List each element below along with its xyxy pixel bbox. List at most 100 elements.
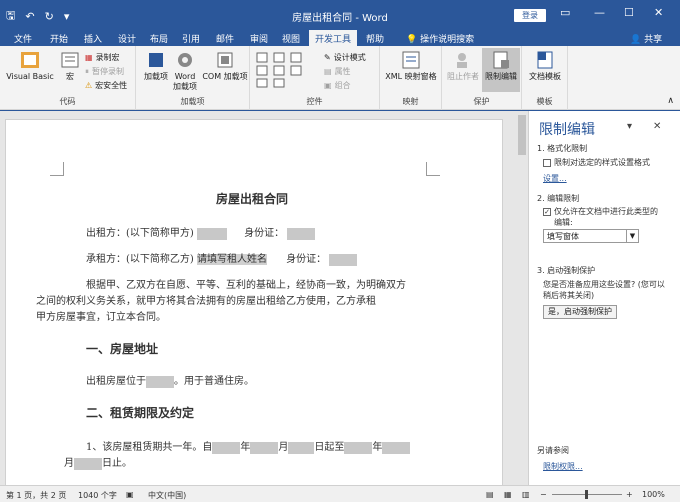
- form-field[interactable]: [250, 441, 279, 454]
- form-field[interactable]: [197, 227, 227, 240]
- close-icon[interactable]: ✕: [654, 6, 663, 19]
- name-form-field[interactable]: 请填写租人姓名: [197, 254, 267, 265]
- editing-checkbox[interactable]: ✓ 仅允许在文档中进行此类型的: [543, 206, 658, 217]
- start-enforcing-button[interactable]: 是，启动强制保护: [543, 305, 617, 319]
- tab-review[interactable]: 审阅: [244, 31, 274, 46]
- editing-type-select[interactable]: 填写窗体 ▼: [543, 229, 639, 243]
- form-field[interactable]: [146, 375, 174, 388]
- macro-icon: [61, 52, 79, 68]
- group-mapping: XML 映射窗格 映射: [380, 46, 442, 110]
- see-also-heading: 另请参阅: [537, 446, 569, 455]
- addins-button[interactable]: 加载项: [142, 50, 170, 82]
- form-field[interactable]: [382, 441, 411, 454]
- warning-icon: ⚠: [85, 81, 93, 90]
- title-bar: 🖫 ↶ ↻ ▾ 房屋出租合同 - Word 登录 ▭ — ☐ ✕: [0, 0, 680, 30]
- tab-home[interactable]: 开始: [44, 31, 74, 46]
- ribbon-display-icon[interactable]: ▭: [560, 6, 570, 19]
- macros-button[interactable]: 宏: [58, 50, 82, 82]
- print-layout-icon[interactable]: ▦: [504, 490, 512, 499]
- proofing-icon[interactable]: ▣: [126, 490, 134, 499]
- address-line: 出租房屋位于 。用于普通住房。: [86, 375, 254, 388]
- login-button[interactable]: 登录: [514, 9, 546, 22]
- page-count[interactable]: 第 1 页，共 2 页: [6, 490, 66, 501]
- design-mode-button[interactable]: ✎ 设计模式: [324, 52, 366, 63]
- tab-file[interactable]: 文件: [8, 31, 38, 46]
- tab-references[interactable]: 引用: [176, 31, 206, 46]
- block-authors-button[interactable]: 阻止作者: [444, 50, 482, 82]
- form-field[interactable]: [344, 441, 373, 454]
- pause-recording-button[interactable]: ⏸ 暂停录制: [85, 66, 124, 77]
- tab-insert[interactable]: 插入: [78, 31, 108, 46]
- xml-mapping-icon: [402, 51, 420, 69]
- properties-button[interactable]: ▤ 属性: [324, 66, 351, 77]
- tab-mailings[interactable]: 邮件: [210, 31, 240, 46]
- record-icon: ▦: [85, 53, 93, 62]
- vertical-scrollbar[interactable]: [516, 111, 528, 485]
- content-controls-icon[interactable]: [256, 52, 324, 88]
- gear-icon: [178, 53, 192, 67]
- restrict-editing-pane: 限制编辑 ▾ ✕ 1. 格式化限制 限制对选定的样式设置格式 设置... 2. …: [528, 111, 680, 485]
- group-templates: 文档模板 模板: [522, 46, 568, 110]
- enforce-section-heading: 3. 启动强制保护: [537, 266, 596, 275]
- document-template-button[interactable]: 文档模板: [524, 50, 566, 82]
- form-field[interactable]: [212, 441, 241, 454]
- form-field[interactable]: [329, 253, 358, 266]
- form-field[interactable]: [287, 227, 316, 240]
- formatting-checkbox[interactable]: 限制对选定的样式设置格式: [543, 157, 650, 168]
- chevron-down-icon: ▼: [626, 230, 638, 242]
- zoom-level[interactable]: 100%: [642, 490, 665, 499]
- pane-options-icon[interactable]: ▾: [627, 121, 632, 132]
- document-page[interactable]: 房屋出租合同 出租方：(以下简称甲方) 身份证： 承租方：(以下简称乙方) 请填…: [5, 119, 503, 485]
- tell-me-search[interactable]: 💡 操作说明搜索: [400, 31, 480, 46]
- tab-help[interactable]: 帮助: [360, 31, 390, 46]
- window-title: 房屋出租合同 - Word: [292, 13, 388, 24]
- ribbon-tabs: 文件 开始 插入 设计 布局 引用 邮件 审阅 视图 开发工具 帮助 💡 操作说…: [0, 30, 680, 46]
- tab-developer[interactable]: 开发工具: [309, 30, 358, 46]
- body-line: 之间的权利义务关系，就甲方将其合法拥有的房屋出租给乙方使用，乙方承租: [36, 296, 376, 307]
- person-icon: 👤: [630, 35, 642, 45]
- margin-corner: [50, 162, 64, 176]
- xml-mapping-button[interactable]: XML 映射窗格: [382, 50, 440, 82]
- block-authors-icon: [457, 53, 467, 68]
- term-line: 1、该房屋租赁期共一年。自年月日起至年: [86, 438, 411, 454]
- record-macro-button[interactable]: ▦ 录制宏: [85, 52, 120, 63]
- group-controls: ✎ 设计模式 ▤ 属性 ▣ 组合 控件: [250, 46, 380, 110]
- settings-link[interactable]: 设置...: [543, 173, 567, 184]
- form-field[interactable]: [288, 441, 315, 454]
- lessee-line: 承租方：(以下简称乙方) 请填写租人姓名 身份证：: [86, 250, 358, 266]
- scrollbar-thumb[interactable]: [518, 115, 526, 155]
- restrict-editing-icon: [493, 51, 509, 69]
- pane-title: 限制编辑: [539, 122, 595, 138]
- pane-close-icon[interactable]: ✕: [653, 121, 661, 132]
- tab-design[interactable]: 设计: [112, 31, 142, 46]
- checkbox[interactable]: [543, 158, 551, 167]
- word-count[interactable]: 1040 个字: [78, 490, 117, 501]
- language[interactable]: 中文(中国): [148, 490, 186, 501]
- word-addins-button[interactable]: Word 加载项: [172, 50, 198, 92]
- puzzle-icon: [149, 53, 163, 67]
- formatting-section-heading: 1. 格式化限制: [537, 144, 588, 153]
- group-button[interactable]: ▣ 组合: [324, 80, 351, 91]
- share-button[interactable]: 👤 共享: [624, 31, 668, 46]
- form-field[interactable]: [74, 457, 102, 470]
- tab-view[interactable]: 视图: [276, 31, 306, 46]
- zoom-out-icon[interactable]: −: [540, 490, 547, 499]
- tab-layout[interactable]: 布局: [144, 31, 174, 46]
- minimize-icon[interactable]: —: [594, 6, 605, 19]
- read-mode-icon[interactable]: ▤: [486, 490, 494, 499]
- macro-security-button[interactable]: ⚠ 宏安全性: [85, 80, 127, 91]
- margin-corner: [426, 162, 440, 176]
- editing-checkbox-label: 编辑:: [554, 218, 573, 227]
- restrict-editing-button[interactable]: 限制编辑: [482, 48, 520, 92]
- document-title: 房屋出租合同: [216, 192, 289, 206]
- checkbox-checked[interactable]: ✓: [543, 207, 551, 216]
- web-layout-icon[interactable]: ▥: [522, 490, 530, 499]
- restrict-permission-link[interactable]: 限制权限...: [543, 461, 583, 472]
- enforce-question: 稍后将其关闭): [543, 291, 595, 300]
- zoom-slider-thumb[interactable]: [585, 490, 588, 499]
- com-addins-button[interactable]: COM 加载项: [202, 50, 248, 82]
- collapse-ribbon-icon[interactable]: ∧: [667, 96, 674, 106]
- maximize-icon[interactable]: ☐: [624, 6, 634, 19]
- visual-basic-button[interactable]: Visual Basic: [4, 50, 56, 82]
- zoom-in-icon[interactable]: +: [626, 490, 633, 499]
